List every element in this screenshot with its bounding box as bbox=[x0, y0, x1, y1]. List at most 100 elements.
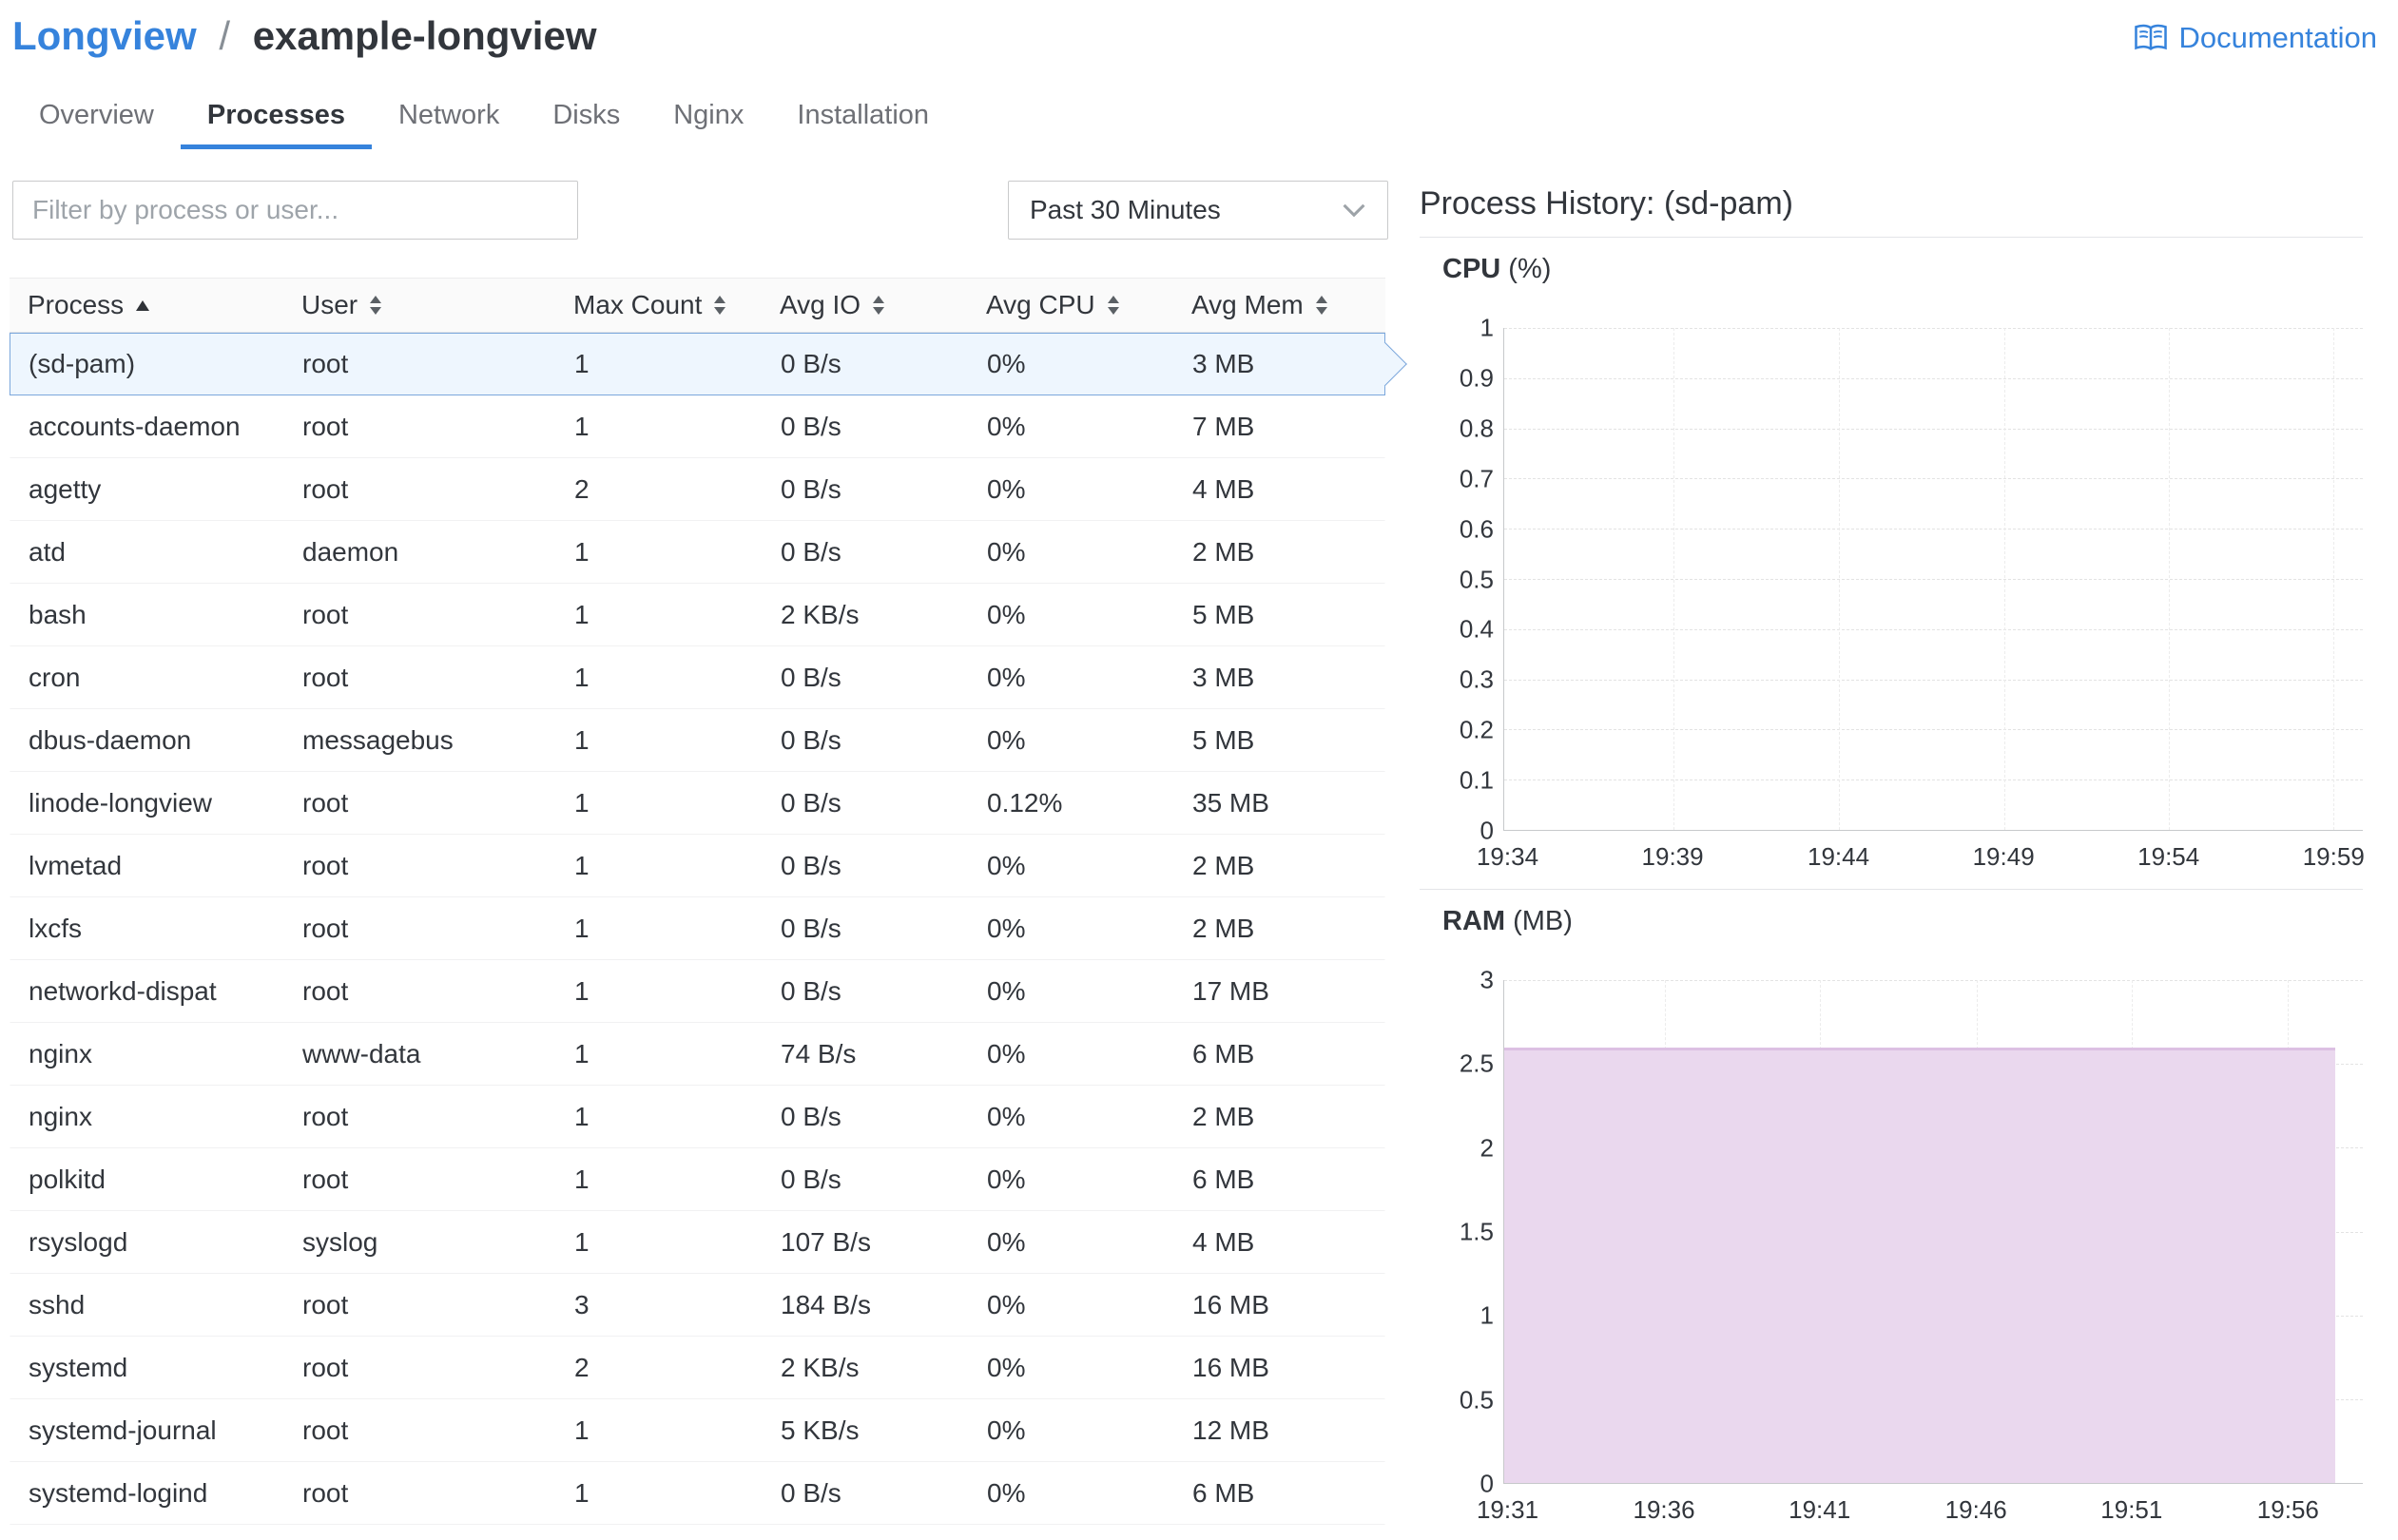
y-tick-label: 0.4 bbox=[1459, 614, 1494, 644]
cell-max_count: 1 bbox=[574, 1102, 590, 1131]
cell-process: agetty bbox=[29, 474, 102, 504]
process-row[interactable]: lvmetad root 1 0 B/s 0% 2 MB bbox=[10, 835, 1385, 897]
process-row[interactable]: sshd root 3 184 B/s 0% 16 MB bbox=[10, 1274, 1385, 1337]
tab-installation[interactable]: Installation bbox=[770, 86, 956, 149]
cell-avg_mem: 16 MB bbox=[1192, 1353, 1269, 1382]
process-row[interactable]: atd daemon 1 0 B/s 0% 2 MB bbox=[10, 521, 1385, 584]
cell-process: systemd-logind bbox=[29, 1478, 208, 1508]
process-row[interactable]: rsyslogd syslog 1 107 B/s 0% 4 MB bbox=[10, 1211, 1385, 1274]
process-row[interactable]: systemd root 2 2 KB/s 0% 16 MB bbox=[10, 1337, 1385, 1399]
cpu-chart-title-main: CPU bbox=[1442, 254, 1501, 284]
longview-processes-page: Longview / example-longview Documentatio… bbox=[0, 0, 2398, 1525]
tab-nginx[interactable]: Nginx bbox=[647, 86, 770, 149]
ram-chart-body: 3 2.5 2 1.5 1 0.5 0 bbox=[1420, 966, 2363, 1498]
column-header-process[interactable]: Process bbox=[28, 290, 301, 320]
process-row[interactable]: cron root 1 0 B/s 0% 3 MB bbox=[10, 646, 1385, 709]
cell-avg_cpu: 0% bbox=[987, 1102, 1026, 1131]
cpu-chart-title: CPU (%) bbox=[1442, 253, 2363, 286]
tab-disks[interactable]: Disks bbox=[526, 86, 647, 149]
breadcrumb-longview-link[interactable]: Longview bbox=[12, 13, 197, 58]
cell-process: polkitd bbox=[29, 1165, 106, 1194]
column-label: Avg Mem bbox=[1191, 290, 1304, 319]
cell-process: sshd bbox=[29, 1290, 86, 1319]
cell-max_count: 1 bbox=[574, 537, 590, 567]
cell-avg_cpu: 0% bbox=[987, 1039, 1026, 1068]
tab-overview[interactable]: Overview bbox=[12, 86, 181, 149]
process-row[interactable]: agetty root 2 0 B/s 0% 4 MB bbox=[10, 458, 1385, 521]
cell-user: root bbox=[302, 600, 349, 629]
cell-max_count: 1 bbox=[574, 1165, 590, 1194]
cell-process: (sd-pam) bbox=[29, 349, 136, 378]
process-row[interactable]: linode-longview root 1 0 B/s 0.12% 35 MB bbox=[10, 772, 1385, 835]
column-header-avg-cpu[interactable]: Avg CPU bbox=[986, 290, 1191, 320]
x-tick-label: 19:49 bbox=[1972, 842, 2035, 871]
process-row[interactable]: systemd-journal root 1 5 KB/s 0% 12 MB bbox=[10, 1399, 1385, 1462]
process-row[interactable]: accounts-daemon root 1 0 B/s 0% 7 MB bbox=[10, 395, 1385, 458]
process-row[interactable]: networkd-dispat root 1 0 B/s 0% 17 MB bbox=[10, 960, 1385, 1023]
cell-avg_io: 184 B/s bbox=[781, 1290, 871, 1319]
y-tick-label: 2 bbox=[1479, 1133, 1494, 1163]
process-row[interactable]: polkitd root 1 0 B/s 0% 6 MB bbox=[10, 1148, 1385, 1211]
tab-processes[interactable]: Processes bbox=[180, 86, 372, 149]
cell-max_count: 1 bbox=[574, 663, 590, 692]
cell-process: linode-longview bbox=[29, 788, 213, 818]
cell-user: root bbox=[302, 1478, 349, 1508]
tab-bar: Overview Processes Network Disks Nginx Instal… bbox=[12, 86, 2398, 149]
process-row[interactable]: (sd-pam) root 1 0 B/s 0% 3 MB bbox=[10, 333, 1385, 395]
process-row[interactable]: dbus-daemon messagebus 1 0 B/s 0% 5 MB bbox=[10, 709, 1385, 772]
x-tick-label: 19:51 bbox=[2100, 1495, 2163, 1524]
cell-user: root bbox=[302, 412, 349, 441]
cell-max_count: 1 bbox=[574, 600, 590, 629]
cell-avg_mem: 5 MB bbox=[1192, 725, 1255, 755]
controls-row: Past 30 Minutes bbox=[12, 181, 1388, 240]
process-row[interactable]: bash root 1 2 KB/s 0% 5 MB bbox=[10, 584, 1385, 646]
x-tick-label: 19:41 bbox=[1789, 1495, 1851, 1524]
cell-avg_mem: 7 MB bbox=[1192, 412, 1255, 441]
process-row[interactable]: nginx www-data 1 74 B/s 0% 6 MB bbox=[10, 1023, 1385, 1086]
column-label: Process bbox=[28, 290, 125, 319]
memory-usage-area bbox=[1504, 1047, 2336, 1483]
cell-user: root bbox=[302, 914, 349, 943]
cell-max_count: 1 bbox=[574, 725, 590, 755]
cell-user: root bbox=[302, 851, 349, 880]
cpu-chart-title-unit: (%) bbox=[1508, 254, 1552, 284]
process-row[interactable]: systemd-logind root 1 0 B/s 0% 6 MB bbox=[10, 1462, 1385, 1525]
sort-asc-arrow bbox=[136, 299, 150, 311]
cpu-y-axis: 1 0.9 0.8 0.7 0.6 0.5 0.4 0.3 0.2 0.1 0 bbox=[1420, 314, 1503, 845]
sort-up-arrow bbox=[1107, 296, 1119, 303]
vertical-gridline bbox=[2168, 328, 2170, 830]
y-tick-label: 1 bbox=[1479, 1300, 1494, 1330]
cell-process: networkd-dispat bbox=[29, 976, 217, 1006]
tab-network[interactable]: Network bbox=[372, 86, 526, 149]
cell-avg_mem: 2 MB bbox=[1192, 851, 1255, 880]
column-header-user[interactable]: User bbox=[301, 290, 573, 320]
sort-down-arrow bbox=[1315, 307, 1327, 315]
process-filter-input[interactable] bbox=[12, 181, 578, 240]
sort-up-arrow bbox=[370, 296, 382, 303]
column-header-avg-io[interactable]: Avg IO bbox=[780, 290, 986, 320]
cell-user: root bbox=[302, 349, 349, 378]
y-tick-label: 0.2 bbox=[1459, 715, 1494, 744]
documentation-link[interactable]: Documentation bbox=[2133, 21, 2377, 55]
cell-avg_io: 0 B/s bbox=[781, 1165, 841, 1194]
cell-avg_mem: 12 MB bbox=[1192, 1415, 1269, 1445]
cell-avg_io: 0 B/s bbox=[781, 788, 841, 818]
cell-avg_io: 0 B/s bbox=[781, 412, 841, 441]
table-header-row: Process User Max Count Avg IO Avg CPU Avg Mem bbox=[10, 278, 1385, 333]
cell-user: messagebus bbox=[302, 725, 454, 755]
sort-down-arrow bbox=[1107, 307, 1119, 315]
cell-avg_mem: 3 MB bbox=[1192, 349, 1255, 378]
sort-up-arrow bbox=[714, 296, 726, 303]
x-tick-label: 19:56 bbox=[2256, 1495, 2319, 1524]
y-tick-label: 0.6 bbox=[1459, 514, 1494, 544]
x-tick-label: 19:46 bbox=[1944, 1495, 2007, 1524]
cell-avg_cpu: 0% bbox=[987, 1353, 1026, 1382]
cell-user: root bbox=[302, 1415, 349, 1445]
process-row[interactable]: lxcfs root 1 0 B/s 0% 2 MB bbox=[10, 897, 1385, 960]
column-header-avg-mem[interactable]: Avg Mem bbox=[1191, 290, 1385, 320]
column-header-max-count[interactable]: Max Count bbox=[573, 290, 780, 320]
process-row[interactable]: nginx root 1 0 B/s 0% 2 MB bbox=[10, 1086, 1385, 1148]
y-tick-label: 0.3 bbox=[1459, 664, 1494, 694]
time-range-select[interactable]: Past 30 Minutes bbox=[1008, 181, 1388, 240]
cell-user: root bbox=[302, 1165, 349, 1194]
